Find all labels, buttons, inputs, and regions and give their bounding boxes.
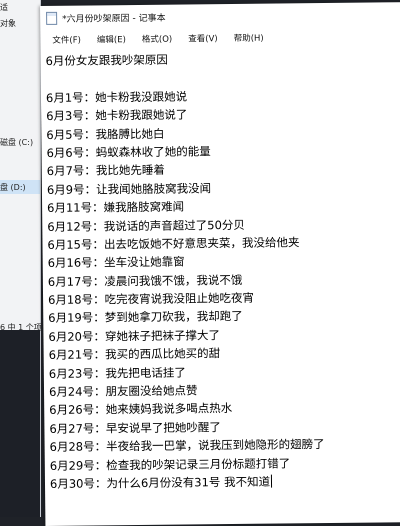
- menu-help[interactable]: 帮助(H): [226, 32, 272, 44]
- menu-edit[interactable]: 编辑(E): [89, 33, 134, 45]
- text-caret: [270, 474, 273, 488]
- explorer-drive-d[interactable]: 盘 (D:): [0, 182, 26, 193]
- window-title: *六月份吵架原因 - 记事本: [62, 13, 166, 25]
- notepad-window[interactable]: *六月份吵架原因 - 记事本 文件(F) 编辑(E) 格式(O) 查看(V) 帮…: [40, 2, 400, 526]
- explorer-fragment: 适: [0, 3, 8, 12]
- menu-format[interactable]: 格式(O): [134, 33, 180, 45]
- explorer-fragment: 对象: [0, 19, 16, 28]
- menu-file[interactable]: 文件(F): [44, 33, 89, 46]
- notepad-icon: [46, 11, 58, 25]
- explorer-drive-c[interactable]: 磁盘 (C:): [0, 137, 33, 148]
- text-editor-area[interactable]: 6月份女友跟我吵架原因 6月1号：她卡粉我没跟她说 6月3号：她卡粉我跟她说了 6月…: [40, 46, 400, 493]
- menu-view[interactable]: 查看(V): [180, 32, 226, 44]
- text-line: 6月30号：为什么6月份没有31号 我不知道: [49, 474, 273, 491]
- desktop-background: [0, 330, 40, 517]
